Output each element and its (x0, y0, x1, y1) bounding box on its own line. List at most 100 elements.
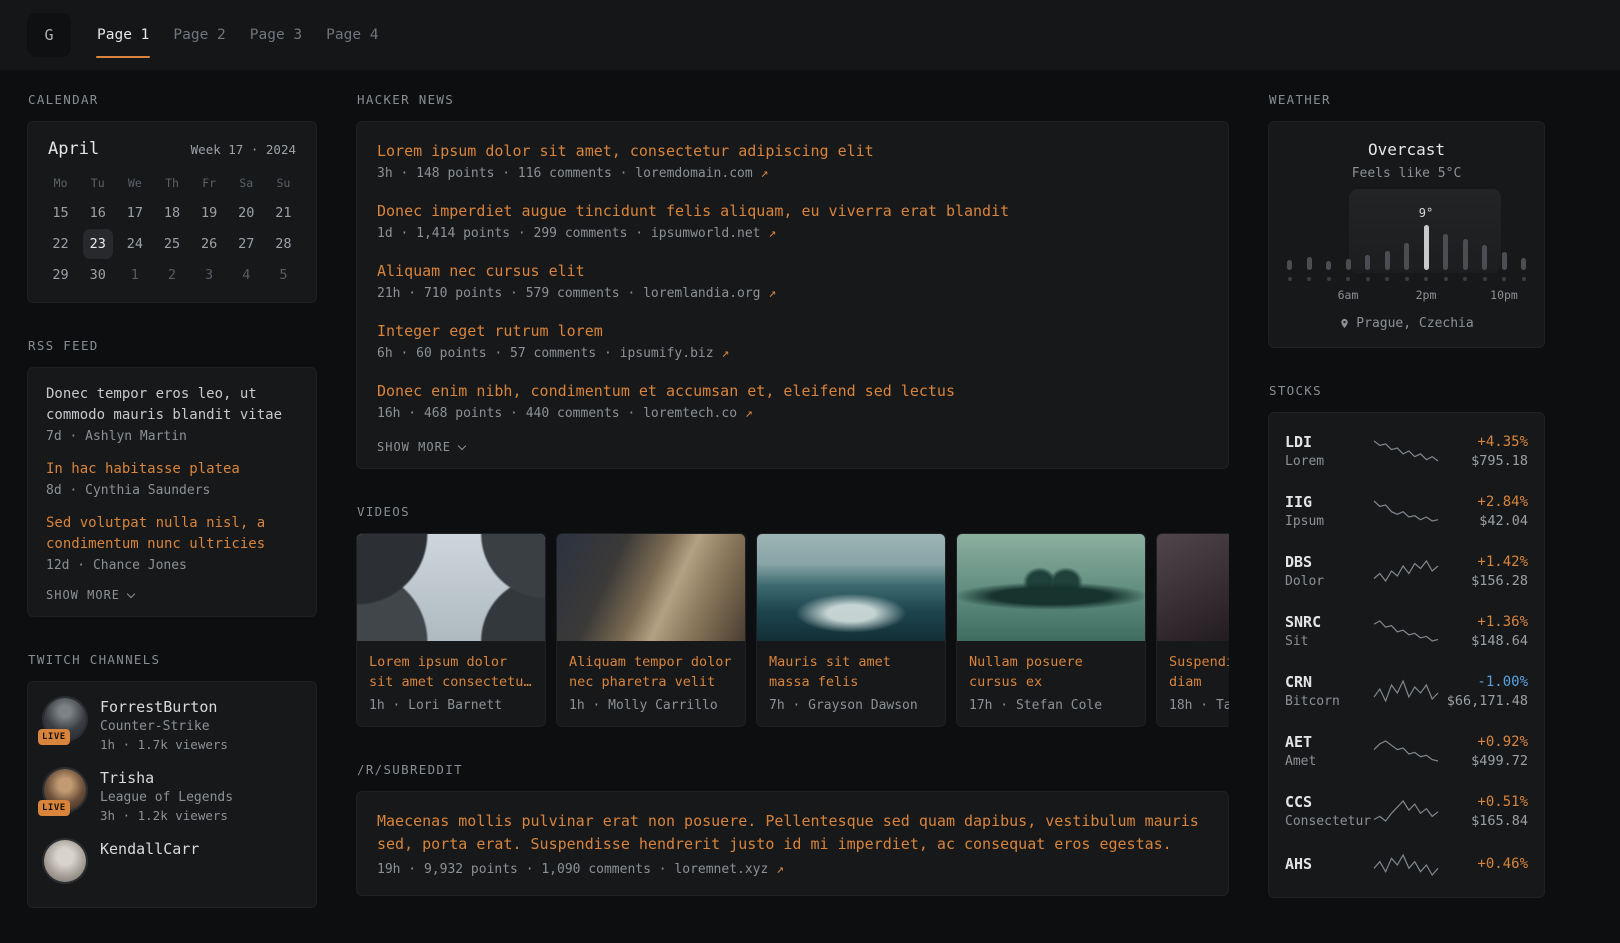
video-title[interactable]: Nullam posuere cursus ex (957, 641, 1145, 692)
tab-page-3[interactable]: Page 3 (238, 0, 314, 70)
weather-condition: Overcast (1285, 140, 1528, 159)
hn-item-title[interactable]: Integer eget rutrum lorem (377, 320, 1208, 342)
stock-row[interactable]: CCSConsectetur +0.51%$165.84 (1283, 781, 1530, 841)
external-link-icon[interactable]: ↗ (721, 346, 729, 361)
weather-bar-column (1501, 252, 1507, 281)
stock-row[interactable]: AHS +0.46% (1283, 841, 1530, 889)
calendar-day-header: Th (153, 169, 190, 197)
hn-item-title[interactable]: Aliquam nec cursus elit (377, 260, 1208, 282)
weather-bar-column (1462, 239, 1468, 281)
calendar-header: April Week 17 · 2024 (42, 136, 302, 169)
stock-change: +2.84% (1438, 494, 1528, 510)
calendar-day: 22 (46, 229, 76, 259)
video-thumbnail[interactable] (1157, 534, 1229, 641)
external-link-icon[interactable]: ↗ (768, 226, 776, 241)
external-link-icon[interactable]: ↗ (776, 862, 784, 877)
weather-bar-column (1326, 261, 1332, 281)
stock-name: Consectetur (1285, 814, 1373, 829)
calendar-day-header: Fr (191, 169, 228, 197)
hn-item-title[interactable]: Donec imperdiet augue tincidunt felis al… (377, 200, 1208, 222)
subreddit-post-title[interactable]: Maecenas mollis pulvinar erat non posuer… (377, 810, 1208, 856)
video-title[interactable]: Mauris sit amet massa felis (757, 641, 945, 692)
stocks-card: LDILorem +4.35%$795.18 IIGIpsum +2.84%$4… (1268, 412, 1545, 898)
stock-row[interactable]: DBSDolor +1.42%$156.28 (1283, 541, 1530, 601)
app-logo[interactable]: G (27, 13, 71, 57)
stock-symbol: AET (1285, 733, 1373, 751)
stock-row[interactable]: CRNBitcorn -1.00%$66,171.48 (1283, 661, 1530, 721)
weather-bar-column: 9° (1423, 225, 1429, 281)
weather-bar (1482, 245, 1487, 270)
weather-bar (1443, 234, 1448, 270)
external-link-icon[interactable]: ↗ (745, 406, 753, 421)
hn-item-title[interactable]: Lorem ipsum dolor sit amet, consectetur … (377, 140, 1208, 162)
weather-baseline-dot (1307, 277, 1311, 281)
weather-bar-column (1287, 260, 1293, 281)
video-thumbnail[interactable] (557, 534, 745, 641)
channel-avatar[interactable]: LIVE (44, 698, 86, 740)
stock-price: $42.04 (1438, 513, 1528, 529)
weather-bar-column (1365, 255, 1371, 281)
video-title[interactable]: Suspendisse potenti diam (1157, 641, 1229, 692)
hn-show-more-button[interactable]: SHOW MORE (377, 440, 1208, 454)
video-card[interactable]: Lorem ipsum dolor sit amet consectetur a… (356, 533, 546, 727)
video-card[interactable]: Suspendisse potenti diam 18h · Tara Nash (1156, 533, 1229, 727)
channel-name[interactable]: Trisha (100, 769, 233, 787)
weather-bar (1385, 251, 1390, 270)
weather-baseline-dot (1366, 277, 1370, 281)
section-title-subreddit: /R/SUBREDDIT (357, 762, 1229, 777)
calendar-day: 3 (194, 260, 224, 290)
weather-bar (1326, 261, 1331, 270)
calendar-day: 1 (120, 260, 150, 290)
stock-row[interactable]: SNRCSit +1.36%$148.64 (1283, 601, 1530, 661)
channel-name[interactable]: KendallCarr (100, 840, 199, 858)
stock-row[interactable]: LDILorem +4.35%$795.18 (1283, 421, 1530, 481)
video-title[interactable]: Lorem ipsum dolor sit amet consectetur a… (357, 641, 545, 692)
channel-avatar[interactable]: LIVE (44, 840, 86, 882)
calendar-day-header: Tu (79, 169, 116, 197)
hn-meta-text: 3h · 148 points · 116 comments · loremdo… (377, 166, 753, 181)
stock-row[interactable]: IIGIpsum +2.84%$42.04 (1283, 481, 1530, 541)
calendar-day: 5 (268, 260, 298, 290)
video-meta: 1h · Molly Carrillo (557, 692, 745, 726)
rss-item-title[interactable]: Donec tempor eros leo, ut commodo mauris… (46, 384, 298, 426)
calendar-day: 21 (268, 198, 298, 228)
video-meta: 7h · Grayson Dawson (757, 692, 945, 726)
calendar-day: 19 (194, 198, 224, 228)
twitch-card: LIVE ForrestBurton Counter-Strike 1h · 1… (27, 681, 317, 908)
channel-avatar[interactable]: LIVE (44, 769, 86, 811)
twitch-channel-row[interactable]: LIVE Trisha League of Legends 3h · 1.2k … (44, 769, 300, 823)
weather-bar (1463, 239, 1468, 270)
stock-name: Sit (1285, 634, 1373, 649)
channel-name[interactable]: ForrestBurton (100, 698, 228, 716)
rss-item-title[interactable]: In hac habitasse platea (46, 459, 298, 480)
video-row: Lorem ipsum dolor sit amet consectetur a… (356, 533, 1229, 727)
rss-item-title[interactable]: Sed volutpat nulla nisl, a condimentum n… (46, 513, 298, 555)
tab-page-1[interactable]: Page 1 (85, 0, 161, 70)
external-link-icon[interactable]: ↗ (768, 286, 776, 301)
external-link-icon[interactable]: ↗ (761, 166, 769, 181)
live-badge: LIVE (38, 800, 70, 816)
video-thumbnail[interactable] (357, 534, 545, 641)
video-card[interactable]: Mauris sit amet massa felis 7h · Grayson… (756, 533, 946, 727)
twitch-channel-row[interactable]: LIVE ForrestBurton Counter-Strike 1h · 1… (44, 698, 300, 752)
stock-row[interactable]: AETAmet +0.92%$499.72 (1283, 721, 1530, 781)
video-title[interactable]: Aliquam tempor dolor nec pharetra velit (557, 641, 745, 692)
video-card[interactable]: Aliquam tempor dolor nec pharetra velit … (556, 533, 746, 727)
twitch-channel-row[interactable]: LIVE KendallCarr (44, 840, 300, 882)
stock-name: Lorem (1285, 454, 1373, 469)
hn-item-title[interactable]: Donec enim nibh, condimentum et accumsan… (377, 380, 1208, 402)
tab-page-2[interactable]: Page 2 (161, 0, 237, 70)
weather-chart: 9° (1287, 203, 1527, 281)
calendar-day: 24 (120, 229, 150, 259)
rss-show-more-button[interactable]: SHOW MORE (46, 588, 298, 602)
channel-viewers: 1h · 1.7k viewers (100, 737, 228, 752)
video-thumbnail[interactable] (957, 534, 1145, 641)
stock-symbol: AHS (1285, 855, 1373, 873)
video-card[interactable]: Nullam posuere cursus ex 17h · Stefan Co… (956, 533, 1146, 727)
weather-hour-label: 10pm (1490, 288, 1518, 302)
stock-price: $795.18 (1438, 453, 1528, 469)
video-thumbnail[interactable] (757, 534, 945, 641)
tab-page-4[interactable]: Page 4 (314, 0, 390, 70)
rss-item: Sed volutpat nulla nisl, a condimentum n… (46, 513, 298, 573)
stock-change: +0.46% (1438, 856, 1528, 872)
